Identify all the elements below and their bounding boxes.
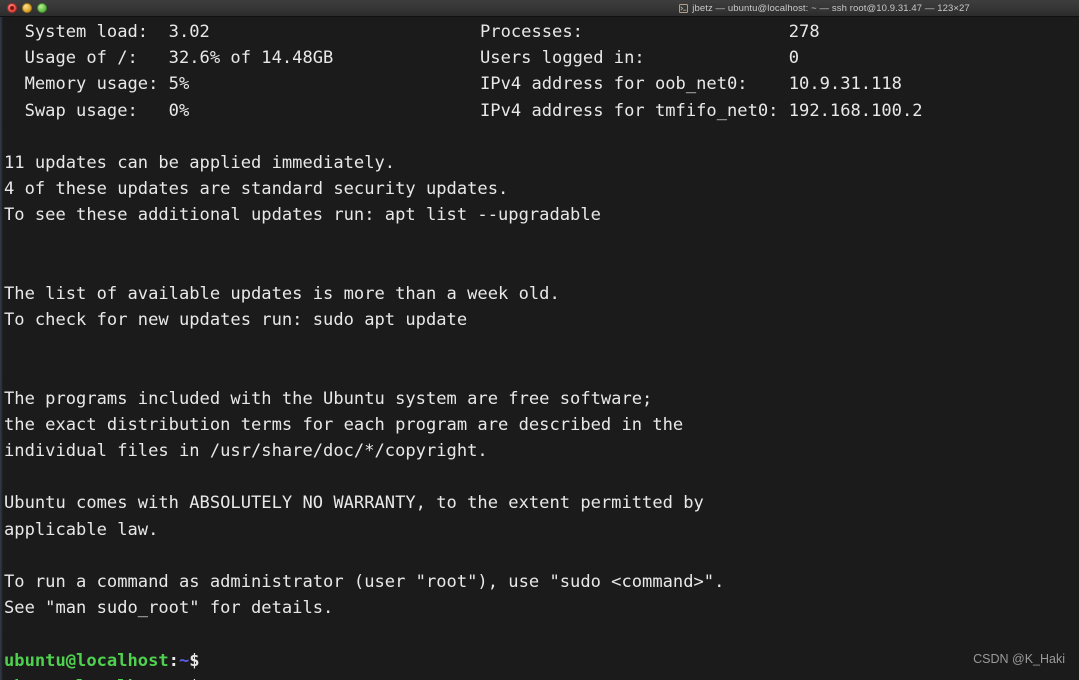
terminal-content[interactable]: System load: 3.02 Processes: 278 Usage o… <box>0 17 1079 680</box>
zoom-button[interactable] <box>37 3 47 13</box>
motd-stat-right: IPv4 address for tmfifo_net0: 192.168.10… <box>480 100 923 121</box>
prompt-user-host: ubuntu@localhost <box>4 650 169 671</box>
window-title-text: jbetz — ubuntu@localhost: ~ — ssh root@1… <box>692 2 970 14</box>
motd-stat-left: System load: 3.02 <box>4 22 210 42</box>
motd-sudo-note-line: See "man sudo_root" for details. <box>4 598 334 619</box>
motd-warranty-line: applicable law. <box>4 519 159 540</box>
motd-updates-line: To see these additional updates run: apt… <box>4 205 601 226</box>
window-edge-strip <box>0 17 3 680</box>
motd-stat-right: Processes: 278 <box>480 22 820 42</box>
minimize-button[interactable] <box>22 3 32 13</box>
motd-stat-left: Swap usage: 0% <box>4 100 190 121</box>
prompt-path: ~ <box>178 650 190 671</box>
window-titlebar[interactable]: jbetz — ubuntu@localhost: ~ — ssh root@1… <box>0 0 1079 17</box>
shell-prompt-line[interactable]: ubuntu@localhost:~$ <box>4 674 1079 680</box>
motd-stat-right: IPv4 address for oob_net0: 10.9.31.118 <box>480 74 902 95</box>
motd-license-line: the exact distribution terms for each pr… <box>4 414 684 435</box>
motd-stat-row: Swap usage: 0% IPv4 address for tmfifo_n… <box>4 98 1079 124</box>
motd-warranty-line: Ubuntu comes with ABSOLUTELY NO WARRANTY… <box>4 493 704 514</box>
terminal-window: jbetz — ubuntu@localhost: ~ — ssh root@1… <box>0 0 1079 680</box>
motd-stat-right: Users logged in: 0 <box>480 48 800 69</box>
motd-license-line: individual files in /usr/share/doc/*/cop… <box>4 441 488 461</box>
motd-stat-left: Usage of /: 32.6% of 14.48GB <box>4 48 334 69</box>
terminal-icon <box>679 3 689 13</box>
prompt-sigil: $ <box>189 650 200 671</box>
motd-update-age-line: To check for new updates run: sudo apt u… <box>4 310 468 331</box>
motd-sudo-note-line: To run a command as administrator (user … <box>4 571 725 592</box>
prompt-colon: : <box>168 650 179 671</box>
window-controls <box>0 3 47 13</box>
motd-stat-row: System load: 3.02 Processes: 278 <box>4 19 1079 45</box>
motd-updates-line: 4 of these updates are standard security… <box>4 179 509 200</box>
window-title-container: jbetz — ubuntu@localhost: ~ — ssh root@1… <box>0 0 1079 16</box>
watermark: CSDN @K_Haki <box>973 652 1065 666</box>
motd-updates-line: 11 updates can be applied immediately. <box>4 152 396 173</box>
motd-stat-left: Memory usage: 5% <box>4 74 190 95</box>
close-button[interactable] <box>7 3 17 13</box>
motd-stat-row: Memory usage: 5% IPv4 address for oob_ne… <box>4 71 1079 97</box>
shell-prompt-line[interactable]: ubuntu@localhost:~$ <box>4 648 1079 674</box>
motd-license-line: The programs included with the Ubuntu sy… <box>4 388 653 409</box>
motd-stat-row: Usage of /: 32.6% of 14.48GB Users logge… <box>4 45 1079 71</box>
motd-update-age-line: The list of available updates is more th… <box>4 283 560 304</box>
